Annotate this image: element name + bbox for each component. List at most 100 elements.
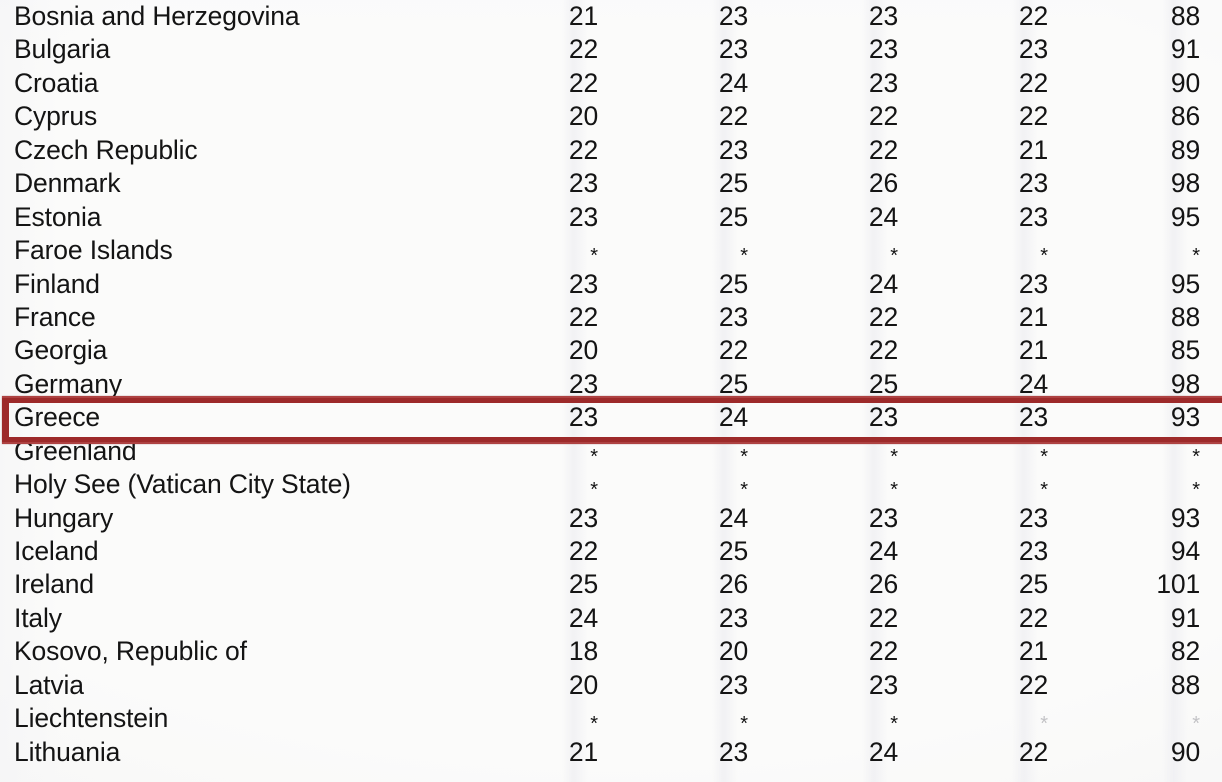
value-cell: 82 bbox=[1170, 636, 1200, 667]
value-cell: 23 bbox=[568, 268, 598, 299]
value-cell: 22 bbox=[568, 67, 598, 98]
value-cell: 23 bbox=[1018, 168, 1048, 199]
country-name-cell: Estonia bbox=[14, 201, 102, 232]
value-cell: 93 bbox=[1170, 502, 1200, 533]
value-cell: 23 bbox=[868, 402, 898, 433]
missing-value-cell: * bbox=[1192, 713, 1200, 736]
value-cell: 18 bbox=[568, 636, 598, 667]
value-cell: 23 bbox=[718, 602, 748, 633]
value-cell: 24 bbox=[568, 602, 598, 633]
country-name-cell: Germany bbox=[14, 368, 122, 399]
table-row: Cyprus 20 22 22 22 86 bbox=[0, 100, 1222, 133]
value-cell: 23 bbox=[1018, 268, 1048, 299]
value-cell: 20 bbox=[568, 101, 598, 132]
country-name-cell: Iceland bbox=[14, 536, 99, 566]
value-cell: 23 bbox=[718, 301, 748, 332]
value-cell: 90 bbox=[1170, 67, 1200, 98]
value-cell: 86 bbox=[1170, 101, 1200, 132]
country-name-cell: Kosovo, Republic of bbox=[14, 636, 247, 667]
table-row: Bosnia and Herzegovina 21 23 23 22 88 bbox=[0, 0, 1222, 33]
value-cell: 22 bbox=[718, 335, 748, 366]
value-cell: 23 bbox=[868, 67, 898, 98]
value-cell: 26 bbox=[718, 569, 748, 600]
value-cell: 91 bbox=[1170, 602, 1200, 633]
value-cell: 25 bbox=[718, 201, 748, 232]
scanned-table-page: Bosnia and Herzegovina 21 23 23 22 88 Bulgaria… bbox=[0, 0, 1222, 782]
value-cell: 23 bbox=[568, 368, 598, 399]
country-name-cell: Greenland bbox=[14, 435, 137, 466]
table-row: Kosovo, Republic of 18 20 22 21 82 bbox=[0, 635, 1222, 668]
value-cell: 23 bbox=[568, 502, 598, 533]
missing-value-cell: * bbox=[590, 479, 598, 502]
value-cell: 95 bbox=[1170, 268, 1200, 299]
value-cell: 88 bbox=[1170, 669, 1200, 700]
value-cell: 23 bbox=[568, 168, 598, 199]
value-cell: 23 bbox=[868, 1, 898, 31]
missing-value-cell: * bbox=[1040, 479, 1048, 502]
value-cell: 98 bbox=[1170, 368, 1200, 399]
value-cell: 90 bbox=[1170, 736, 1200, 767]
value-cell: 22 bbox=[1018, 669, 1048, 700]
value-cell: 20 bbox=[568, 669, 598, 700]
table-row: Holy See (Vatican City State) * * * * * bbox=[0, 468, 1222, 501]
value-cell: 25 bbox=[868, 368, 898, 399]
table-row: Denmark 23 25 26 23 98 bbox=[0, 167, 1222, 200]
table-row: Latvia 20 23 23 22 88 bbox=[0, 669, 1222, 702]
value-cell: 20 bbox=[568, 335, 598, 366]
country-name-cell: Czech Republic bbox=[14, 134, 198, 165]
missing-value-cell: * bbox=[740, 713, 748, 736]
missing-value-cell: * bbox=[890, 445, 898, 468]
country-name-cell: Latvia bbox=[14, 669, 84, 700]
country-name-cell: Faroe Islands bbox=[14, 235, 173, 266]
value-cell: 22 bbox=[868, 636, 898, 667]
table-row: Estonia 23 25 24 23 95 bbox=[0, 201, 1222, 234]
value-cell: 21 bbox=[568, 736, 598, 767]
country-name-cell: Greece bbox=[14, 402, 101, 433]
value-cell: 22 bbox=[718, 101, 748, 132]
missing-value-cell: * bbox=[1040, 245, 1048, 268]
value-cell: 22 bbox=[868, 134, 898, 165]
country-name-cell: Holy See (Vatican City State) bbox=[14, 469, 351, 500]
value-cell: 21 bbox=[1018, 134, 1048, 165]
country-statistics-table: Bosnia and Herzegovina 21 23 23 22 88 Bulgaria… bbox=[0, 0, 1222, 769]
missing-value-cell: * bbox=[1192, 445, 1200, 468]
value-cell: 98 bbox=[1170, 168, 1200, 199]
value-cell: 23 bbox=[1018, 502, 1048, 533]
value-cell: 23 bbox=[568, 201, 598, 232]
table-row: Lithuania 21 23 24 22 90 bbox=[0, 736, 1222, 769]
value-cell: 22 bbox=[1018, 602, 1048, 633]
value-cell: 94 bbox=[1170, 536, 1200, 566]
country-name-cell: Lithuania bbox=[14, 736, 121, 767]
value-cell: 22 bbox=[568, 34, 598, 65]
value-cell: 22 bbox=[868, 101, 898, 132]
country-name-cell: Liechtenstein bbox=[14, 703, 169, 734]
missing-value-cell: * bbox=[890, 479, 898, 502]
missing-value-cell: * bbox=[740, 245, 748, 268]
table-row: Ireland 25 26 26 25 101 bbox=[0, 568, 1222, 601]
country-name-cell: Cyprus bbox=[14, 101, 98, 132]
country-name-cell: France bbox=[14, 301, 96, 332]
value-cell: 23 bbox=[1018, 34, 1048, 65]
country-name-cell: Hungary bbox=[14, 502, 114, 533]
value-cell: 95 bbox=[1170, 201, 1200, 232]
value-cell: 20 bbox=[718, 636, 748, 667]
table-row: Croatia 22 24 23 22 90 bbox=[0, 67, 1222, 100]
value-cell: 23 bbox=[868, 502, 898, 533]
missing-value-cell: * bbox=[890, 245, 898, 268]
table-row: France 22 23 22 21 88 bbox=[0, 301, 1222, 334]
missing-value-cell: * bbox=[1192, 245, 1200, 268]
value-cell: 22 bbox=[568, 134, 598, 165]
table-row: Hungary 23 24 23 23 93 bbox=[0, 502, 1222, 535]
missing-value-cell: * bbox=[740, 445, 748, 468]
value-cell: 25 bbox=[568, 569, 598, 600]
value-cell: 24 bbox=[868, 201, 898, 232]
table-row: Faroe Islands * * * * * bbox=[0, 234, 1222, 267]
value-cell: 23 bbox=[568, 402, 598, 433]
value-cell: 24 bbox=[868, 736, 898, 767]
value-cell: 24 bbox=[718, 402, 748, 433]
value-cell: 22 bbox=[868, 602, 898, 633]
missing-value-cell: * bbox=[590, 713, 598, 736]
table-row: Finland 23 25 24 23 95 bbox=[0, 268, 1222, 301]
value-cell: 22 bbox=[1018, 67, 1048, 98]
value-cell: 22 bbox=[1018, 101, 1048, 132]
